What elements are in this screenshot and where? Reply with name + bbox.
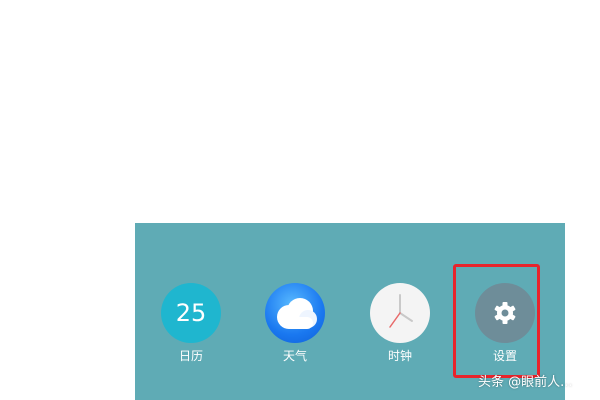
watermark-text: 头条 @眼前人... (478, 375, 573, 390)
calendar-icon[interactable]: 25 (161, 283, 221, 343)
app-clock[interactable]: 时钟 (368, 283, 432, 363)
screen: 25 日历 天气 时钟 设置 头条 @眼前人... (0, 0, 600, 400)
app-weather[interactable]: 天气 (263, 283, 327, 363)
calendar-day-number: 25 (175, 299, 207, 327)
clock-hands-icon (389, 294, 413, 328)
app-label-calendar: 日历 (178, 349, 203, 363)
app-label-clock: 时钟 (387, 349, 412, 363)
weather-cloud-icon[interactable] (265, 283, 325, 343)
highlight-box (453, 264, 540, 378)
clock-icon[interactable] (370, 283, 430, 343)
app-label-weather: 天气 (282, 349, 307, 363)
cloud-icon (277, 298, 317, 329)
app-calendar[interactable]: 25 日历 (159, 283, 223, 363)
